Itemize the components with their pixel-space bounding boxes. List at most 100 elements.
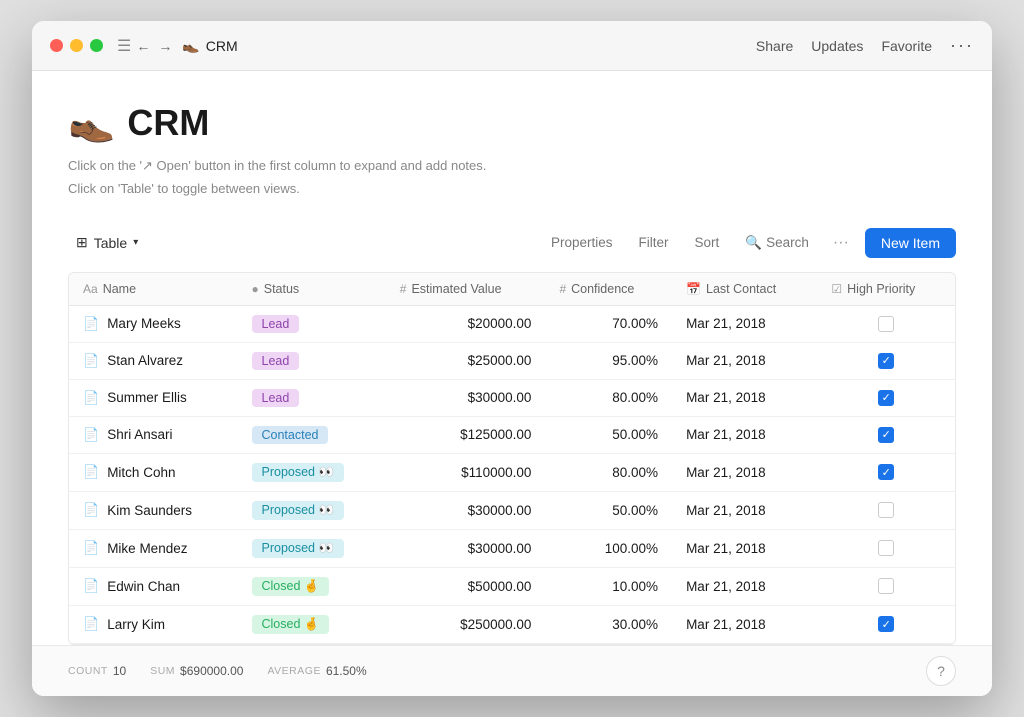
high-priority-checkbox[interactable] [878,316,894,332]
data-table-container: AaName ●Status #Estimated Value #Confide… [68,272,956,645]
status-badge: Proposed 👀 [252,501,345,520]
maximize-button[interactable] [90,39,103,52]
priority-cell: ✓ [817,379,955,416]
high-priority-checkbox[interactable] [878,540,894,556]
last-contact-cell: Mar 21, 2018 [672,416,817,453]
toolbar-more-button[interactable]: ··· [827,230,855,256]
high-priority-col-icon: ☑ [831,282,842,296]
confidence-cell: 80.00% [545,379,672,416]
last-contact-cell: Mar 21, 2018 [672,491,817,529]
table-row: 📄 Mitch Cohn Proposed 👀 $110000.00 80.00… [69,453,955,491]
value-cell: $30000.00 [386,379,546,416]
person-name: Kim Saunders [107,503,192,518]
row-doc-icon: 📄 [83,616,99,632]
status-cell: Closed 🤞 [238,605,386,643]
priority-cell: ✓ [817,605,955,643]
nav-controls: ← → [136,38,172,54]
high-priority-checkbox[interactable]: ✓ [878,616,894,632]
row-doc-icon: 📄 [83,464,99,480]
filter-button[interactable]: Filter [631,230,677,255]
status-badge: Proposed 👀 [252,463,345,482]
priority-cell [817,491,955,529]
col-header-value: #Estimated Value [386,273,546,306]
table-row: 📄 Larry Kim Closed 🤞 $250000.00 30.00% M… [69,605,955,643]
last-contact-cell: Mar 21, 2018 [672,305,817,342]
value-cell: $30000.00 [386,529,546,567]
more-options-button[interactable]: ··· [950,35,974,56]
favorite-button[interactable]: Favorite [881,38,932,54]
name-cell: 📄 Mike Mendez [69,529,238,567]
share-button[interactable]: Share [756,38,793,54]
last-contact-col-icon: 📅 [686,282,701,296]
view-toggle-button[interactable]: ⊞ Table ▾ [68,229,146,256]
table-row: 📄 Mary Meeks Lead $20000.00 70.00% Mar 2… [69,305,955,342]
traffic-lights [50,39,103,52]
person-name: Summer Ellis [107,390,187,405]
confidence-cell: 50.00% [545,416,672,453]
search-icon: 🔍 [745,235,762,251]
status-badge: Closed 🤞 [252,577,330,596]
last-contact-cell: Mar 21, 2018 [672,342,817,379]
col-header-confidence: #Confidence [545,273,672,306]
updates-button[interactable]: Updates [811,38,863,54]
description-line2: Click on 'Table' to toggle between views… [68,178,956,200]
status-badge: Closed 🤞 [252,615,330,634]
count-value: 10 [113,664,126,678]
help-button[interactable]: ? [926,656,956,686]
sort-button[interactable]: Sort [687,230,728,255]
name-cell: 📄 Shri Ansari [69,416,238,453]
high-priority-checkbox[interactable]: ✓ [878,427,894,443]
confidence-cell: 100.00% [545,529,672,567]
high-priority-checkbox[interactable]: ✓ [878,390,894,406]
col-header-last-contact: 📅Last Contact [672,273,817,306]
priority-cell [817,567,955,605]
status-badge: Proposed 👀 [252,539,345,558]
status-badge: Lead [252,389,300,407]
sum-label: SUM [150,665,175,677]
description-line1: Click on the '↗ Open' button in the firs… [68,155,956,177]
row-doc-icon: 📄 [83,390,99,406]
value-cell: $250000.00 [386,605,546,643]
confidence-cell: 80.00% [545,453,672,491]
status-cell: Lead [238,305,386,342]
avg-stat: AVERAGE 61.50% [267,664,366,678]
confidence-cell: 70.00% [545,305,672,342]
chevron-down-icon: ▾ [133,237,138,248]
new-item-button[interactable]: New Item [865,228,956,258]
high-priority-checkbox[interactable] [878,502,894,518]
table-row: 📄 Stan Alvarez Lead $25000.00 95.00% Mar… [69,342,955,379]
forward-button[interactable]: → [158,38,172,54]
table-row: 📄 Shri Ansari Contacted $125000.00 50.00… [69,416,955,453]
page-title: CRM [127,102,209,144]
row-doc-icon: 📄 [83,578,99,594]
breadcrumb: 👞 CRM [182,37,237,54]
last-contact-cell: Mar 21, 2018 [672,379,817,416]
name-col-icon: Aa [83,282,98,296]
sum-value: $690000.00 [180,664,243,678]
avg-value: 61.50% [326,664,367,678]
minimize-button[interactable] [70,39,83,52]
name-cell: 📄 Edwin Chan [69,567,238,605]
app-emoji: 👞 [182,37,199,54]
person-name: Mike Mendez [107,541,187,556]
priority-cell [817,529,955,567]
close-button[interactable] [50,39,63,52]
confidence-cell: 30.00% [545,605,672,643]
search-button[interactable]: 🔍 Search [737,230,817,256]
status-cell: Contacted [238,416,386,453]
col-header-name: AaName [69,273,238,306]
high-priority-checkbox[interactable]: ✓ [878,353,894,369]
back-button[interactable]: ← [136,38,150,54]
row-doc-icon: 📄 [83,427,99,443]
high-priority-checkbox[interactable]: ✓ [878,464,894,480]
count-stat: COUNT 10 [68,664,126,678]
priority-cell: ✓ [817,453,955,491]
menu-icon[interactable]: ☰ [117,36,131,56]
person-name: Shri Ansari [107,427,172,442]
high-priority-checkbox[interactable] [878,578,894,594]
toolbar: ⊞ Table ▾ Properties Filter Sort 🔍 Searc… [68,228,956,258]
status-cell: Lead [238,342,386,379]
properties-button[interactable]: Properties [543,230,621,255]
confidence-cell: 95.00% [545,342,672,379]
person-name: Edwin Chan [107,579,180,594]
